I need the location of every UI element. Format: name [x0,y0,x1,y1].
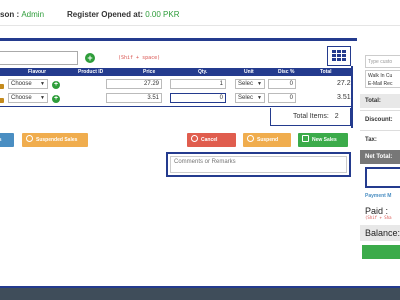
chevron-down-icon: ▼ [40,95,45,101]
col-qty: Qty. [198,69,208,75]
chevron-down-icon: ▼ [40,81,45,87]
price-input[interactable]: 3.51 [106,93,162,103]
section-divider [0,38,357,41]
col-total: Total [320,69,332,75]
salesperson-value: Admin [21,10,45,19]
row-total: 27.2 [337,80,351,87]
sales-button[interactable]: es [0,133,14,147]
flavour-select[interactable]: Choose ▼ [8,79,48,89]
cart-icon [302,135,309,142]
customer-search-input[interactable]: Type custo [365,55,400,68]
paid-shortcut-hint: (Shif + Sha [365,215,392,220]
balance-label: Balance: [365,228,400,238]
grid-icon [332,50,346,61]
new-sales-button[interactable]: New Sales [298,133,348,147]
cancel-label: Cancel [201,137,218,143]
total-label: Total: [365,98,381,104]
discount-input[interactable]: 0 [268,93,296,103]
add-product-button[interactable]: + [85,53,95,63]
unit-value: Selec [238,81,254,87]
grid-view-button[interactable] [327,46,351,66]
product-search-input[interactable] [0,51,78,65]
total-items-box: Total Items: 2 [270,108,351,126]
price-input[interactable]: 27.29 [106,79,162,89]
comments-frame [166,152,351,177]
qty-input[interactable]: 1 [170,79,226,89]
cancel-button[interactable]: Cancel [187,133,236,147]
table-row: Choose ▼ + 3.51 0 Selec ▼ 0 3.51 [0,92,351,106]
total-items-value: 2 [334,113,339,120]
right-panel: Type custo Walk In Cu E-Mail Rec Total: … [360,50,400,260]
discount-label: Discount: [365,117,393,123]
table-row: Choose ▼ + 27.29 1 Selec ▼ 0 27.2 [0,78,351,92]
register-label: Register Opened at: [67,10,146,19]
unit-select[interactable]: Selec ▼ [235,93,265,103]
divider [360,110,400,111]
total-items-label: Total Items: [293,113,329,120]
footer-bar [0,288,400,300]
customer-name: Walk In Cu [368,73,393,79]
new-sales-label: New Sales [312,137,337,143]
col-price: Price [143,69,156,75]
payment-amount-input[interactable] [365,167,400,188]
salesperson-info: son : Admin [0,10,44,19]
shortcut-hint: (Shif + space) [118,55,161,61]
col-product-id: Product ID [78,69,104,75]
tax-label: Tax: [365,137,377,143]
row-total: 3.51 [337,94,351,101]
table-border [351,66,353,128]
remove-item-icon[interactable] [0,84,4,89]
register-value: 0.00 PKR [145,10,180,19]
suspend-button[interactable]: Suspend [243,133,291,147]
pause-icon [247,135,254,142]
col-flavour: Flavour [28,69,47,75]
unit-select[interactable]: Selec ▼ [235,79,265,89]
checkout-button[interactable] [362,245,400,259]
col-disc: Disc % [278,69,295,75]
chevron-down-icon: ▼ [257,95,262,101]
sales-button-label: es [0,137,2,143]
net-total-label: Net Total: [365,154,393,160]
cart-table-header: Flavour Product ID Price Qty. Unit Disc … [0,68,351,76]
add-flavour-button[interactable]: + [52,95,60,103]
top-header: son : Admin Register Opened at: 0.00 PKR [0,0,400,26]
qty-input[interactable]: 0 [170,93,226,103]
suspended-sales-label: Suspended Sales [36,137,78,143]
customer-email: E-Mail Rec [368,81,393,87]
add-flavour-button[interactable]: + [52,81,60,89]
close-icon [191,135,198,142]
salesperson-label: son : [0,10,22,19]
col-unit: Unit [244,69,254,75]
flavour-value: Choose [11,95,32,101]
flavour-value: Choose [11,81,32,87]
suspended-sales-button[interactable]: Suspended Sales [22,133,88,147]
divider [360,130,400,131]
chevron-down-icon: ▼ [257,81,262,87]
discount-input[interactable]: 0 [268,79,296,89]
unit-value: Selec [238,95,254,101]
remove-item-icon[interactable] [0,98,4,103]
customer-info: Walk In Cu E-Mail Rec [365,70,400,88]
payment-methods-link[interactable]: Payment M [365,193,391,199]
flavour-select[interactable]: Choose ▼ [8,93,48,103]
table-divider [0,106,351,107]
register-info: Register Opened at: 0.00 PKR [67,10,180,19]
suspend-label: Suspend [257,137,279,143]
clock-icon [26,135,33,142]
comments-textarea[interactable] [170,156,347,173]
